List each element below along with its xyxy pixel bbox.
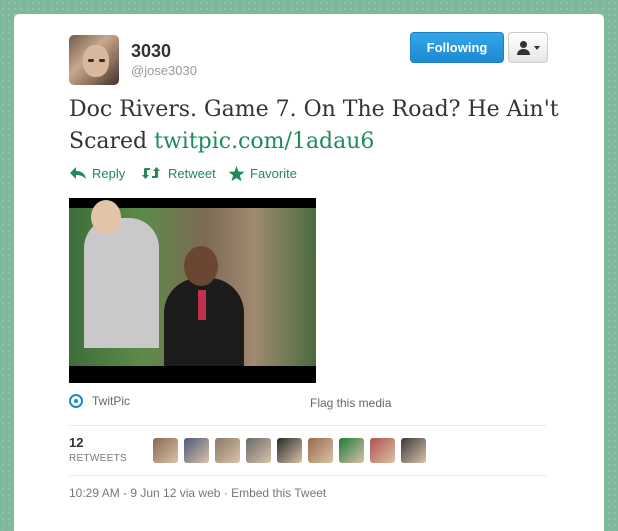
favorite-label: Favorite (250, 166, 297, 181)
retweeter-avatar[interactable] (277, 438, 302, 463)
retweeter-avatar[interactable] (215, 438, 240, 463)
avatar[interactable] (69, 35, 119, 85)
retweet-label: Retweet (168, 166, 216, 181)
tweet-meta: 10:29 AM - 9 Jun 12 via web · Embed this… (69, 486, 327, 500)
avatar-eye (99, 59, 105, 62)
user-actions-button[interactable] (508, 32, 548, 63)
twitpic-icon (69, 394, 83, 408)
media-source-label: TwitPic (92, 394, 131, 408)
retweeter-avatar[interactable] (246, 438, 271, 463)
caret-down-icon (534, 46, 540, 50)
reply-label: Reply (92, 166, 126, 181)
retweeter-avatar[interactable] (153, 438, 178, 463)
flag-media-link[interactable]: Flag this media (310, 396, 391, 410)
avatar-eye (88, 59, 94, 62)
star-icon (228, 166, 245, 182)
coach-head (184, 246, 218, 286)
retweeter-avatar[interactable] (184, 438, 209, 463)
user-icon-body (517, 49, 530, 55)
divider (69, 425, 546, 426)
referee-head (91, 200, 121, 234)
retweeter-avatar[interactable] (308, 438, 333, 463)
tweet-card: 3030 @jose3030 Following Doc Rivers. Gam… (14, 14, 604, 531)
tweet-text: Doc Rivers. Game 7. On The Road? He Ain'… (69, 94, 569, 158)
coach-tie (198, 290, 206, 320)
retweet-count-label[interactable]: RETWEETS (69, 453, 127, 464)
reply-icon (70, 167, 86, 179)
following-button[interactable]: Following (410, 32, 504, 63)
user-icon (520, 41, 527, 48)
retweet-count[interactable]: 12 (69, 435, 83, 450)
retweeter-avatar[interactable] (401, 438, 426, 463)
referee-figure (84, 218, 159, 348)
retweet-icon (142, 167, 160, 179)
media-image[interactable] (69, 198, 316, 383)
divider (69, 475, 546, 476)
avatar-face (83, 45, 109, 77)
retweeter-avatar[interactable] (339, 438, 364, 463)
user-name[interactable]: 3030 (131, 41, 171, 62)
user-handle[interactable]: @jose3030 (131, 63, 197, 78)
retweeter-avatar[interactable] (370, 438, 395, 463)
tweet-link[interactable]: twitpic.com/1adau6 (154, 129, 374, 154)
